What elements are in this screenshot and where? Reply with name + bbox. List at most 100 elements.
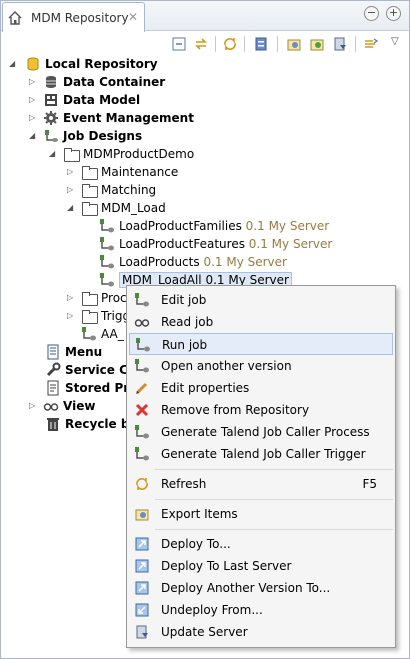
undeploy-icon xyxy=(134,602,150,618)
view-toolbar: ▽ xyxy=(1,32,409,54)
job-version: 0.1 My Server xyxy=(248,237,333,251)
tree-item-service-configuration[interactable]: Service Co xyxy=(45,361,136,379)
expanded-twistie-icon[interactable]: ◢ xyxy=(9,60,17,68)
tree-label: Event Management xyxy=(63,111,194,125)
menu-item-update-server[interactable]: Update Server xyxy=(129,621,393,643)
tree-item-matching[interactable]: ▷ Matching xyxy=(67,181,156,199)
minimize-button[interactable]: − xyxy=(364,6,379,21)
tree-item-job-designs[interactable]: ◢ Job Designs xyxy=(29,127,142,145)
job-version: 0.1 My Server xyxy=(245,219,330,233)
folder-icon xyxy=(81,164,98,180)
tree-item-trigger[interactable]: ▷ Trigg xyxy=(67,307,130,325)
menu-item-read-job[interactable]: Read job xyxy=(129,311,393,333)
menu-item-export-items[interactable]: Export Items xyxy=(129,503,393,525)
tree-item-mdm-product-demo[interactable]: ◢ MDMProductDemo xyxy=(49,145,194,163)
toolbar-separator xyxy=(215,36,216,52)
tree-label: Data Container xyxy=(63,75,166,89)
tree-item-local-repository[interactable]: ◢ Local Repository xyxy=(9,55,158,73)
export-icon xyxy=(134,506,150,522)
refresh-shortcut: F5 xyxy=(362,477,377,491)
sync-icon[interactable] xyxy=(363,36,379,52)
menu-separator xyxy=(155,529,393,530)
maximize-button[interactable]: + xyxy=(386,6,401,21)
tree-item-maintenance[interactable]: ▷ Maintenance xyxy=(67,163,178,181)
collapsed-twistie-icon[interactable]: ▷ xyxy=(29,96,37,104)
tree-item-data-model[interactable]: ▷ Data Model xyxy=(29,91,140,109)
collapsed-twistie-icon[interactable]: ▷ xyxy=(67,312,75,320)
tree-label: Data Model xyxy=(63,93,141,107)
menu-item-generate-caller-trigger[interactable]: Generate Talend Job Caller Trigger xyxy=(129,443,393,465)
menu-item-deploy-another-version[interactable]: Deploy Another Version To... xyxy=(129,577,393,599)
export-icon[interactable] xyxy=(309,36,325,52)
glasses-icon xyxy=(134,314,150,330)
document-icon xyxy=(45,380,61,396)
tree-item-data-container[interactable]: ▷ Data Container xyxy=(29,73,165,91)
menu-item-refresh[interactable]: Refresh F5 xyxy=(129,473,393,495)
collapsed-twistie-icon[interactable]: ▷ xyxy=(29,402,37,410)
tree-item-aa-job[interactable]: AA_ xyxy=(81,325,124,343)
run-job-icon xyxy=(135,337,151,353)
tree-label: AA_ xyxy=(101,327,124,341)
tree-label: Job Designs xyxy=(63,129,143,143)
expanded-twistie-icon[interactable]: ◢ xyxy=(67,204,75,212)
menu-item-edit-properties[interactable]: Edit properties xyxy=(129,377,393,399)
job-name: LoadProducts xyxy=(119,255,200,269)
tree-label: Menu xyxy=(65,345,103,359)
expanded-twistie-icon[interactable]: ◢ xyxy=(49,150,57,158)
view-tab-bar: MDM Repository ✕ − + xyxy=(1,1,409,32)
job-icon xyxy=(134,424,150,440)
job-icon xyxy=(99,218,115,234)
folder-open-icon xyxy=(63,146,80,162)
deploy-icon xyxy=(134,558,150,574)
collapse-all-icon[interactable] xyxy=(171,36,187,52)
server-icon[interactable] xyxy=(253,36,269,52)
menu-item-undeploy-from[interactable]: Undeploy From... xyxy=(129,599,393,621)
tab-mdm-repository[interactable]: MDM Repository ✕ xyxy=(2,2,145,32)
menu-item-deploy-to-last-server[interactable]: Deploy To Last Server xyxy=(129,555,393,577)
tree-item-job[interactable]: LoadProductFamilies 0.1 My Server xyxy=(99,217,329,235)
tree-item-job[interactable]: LoadProductFeatures 0.1 My Server xyxy=(99,235,332,253)
collapsed-twistie-icon[interactable]: ▷ xyxy=(29,78,37,86)
trash-icon xyxy=(45,416,61,432)
menu-separator xyxy=(155,469,393,470)
collapsed-twistie-icon[interactable]: ▷ xyxy=(67,294,75,302)
folder-icon xyxy=(81,182,98,198)
close-icon[interactable]: ✕ xyxy=(128,10,138,24)
refresh-icon[interactable] xyxy=(222,36,238,52)
tree-label: MDMProductDemo xyxy=(83,147,195,161)
tree-item-job[interactable]: LoadProducts 0.1 My Server xyxy=(99,253,287,271)
collapsed-twistie-icon[interactable]: ▷ xyxy=(67,186,75,194)
tree-item-event-management[interactable]: ▷ Event Management xyxy=(29,109,194,127)
deploy-icon xyxy=(134,580,150,596)
gear-icon xyxy=(43,110,59,126)
collapsed-twistie-icon[interactable]: ▷ xyxy=(29,114,37,122)
menu-item-deploy-to[interactable]: Deploy To... xyxy=(129,533,393,555)
expanded-twistie-icon[interactable]: ◢ xyxy=(29,132,37,140)
job-version: 0.1 My Server xyxy=(203,255,287,269)
wrench-icon xyxy=(45,362,61,378)
menu-item-run-job[interactable]: Run job xyxy=(129,333,393,355)
tree-label: Matching xyxy=(101,183,157,197)
tree-item-view[interactable]: ▷ View xyxy=(29,397,95,415)
menu-icon xyxy=(45,344,61,360)
link-with-editor-icon[interactable] xyxy=(193,36,209,52)
collapsed-twistie-icon[interactable]: ▷ xyxy=(67,168,75,176)
deploy-icon[interactable] xyxy=(332,36,348,52)
job-icon xyxy=(81,326,97,342)
tree-label: Proc xyxy=(101,291,127,305)
tree-label: View xyxy=(63,399,96,413)
job-icon xyxy=(134,446,150,462)
tree-item-menu[interactable]: Menu xyxy=(45,343,102,361)
import-icon[interactable] xyxy=(286,36,302,52)
tree-item-process[interactable]: ▷ Proc xyxy=(67,289,127,307)
tree-item-mdm-load[interactable]: ◢ MDM_Load xyxy=(67,199,166,217)
view-menu-icon[interactable]: ▽ xyxy=(391,36,407,52)
job-name: LoadProductFeatures xyxy=(119,237,245,251)
menu-item-edit-job[interactable]: Edit job xyxy=(129,289,393,311)
menu-item-generate-caller-process[interactable]: Generate Talend Job Caller Process xyxy=(129,421,393,443)
tree-label: Maintenance xyxy=(101,165,179,179)
mdm-repository-view: MDM Repository ✕ − + ▽ ◢ Local Repositor… xyxy=(0,0,410,659)
menu-item-open-another-version[interactable]: Open another version xyxy=(129,355,393,377)
menu-item-remove-from-repository[interactable]: Remove from Repository xyxy=(129,399,393,421)
toolbar-separator xyxy=(277,36,278,52)
